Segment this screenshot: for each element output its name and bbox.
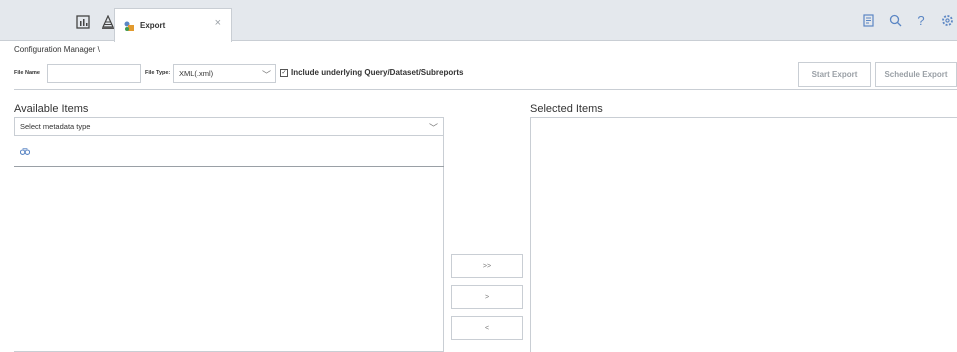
- chevron-down-icon: ﹀: [428, 123, 438, 133]
- add-button[interactable]: >: [451, 285, 523, 309]
- remove-button[interactable]: <: [451, 316, 523, 340]
- export-icon: [124, 21, 134, 31]
- file-name-label: File Name: [14, 70, 40, 76]
- metadata-type-select[interactable]: Select metadata type ﹀: [14, 117, 444, 136]
- file-name-input[interactable]: [47, 64, 141, 83]
- file-type-value: XML(.xml): [179, 69, 214, 78]
- schedule-export-button[interactable]: Schedule Export: [875, 62, 957, 87]
- include-underlying-checkbox[interactable]: ✓: [280, 69, 288, 77]
- toolbar-icons: ?: [861, 0, 957, 41]
- tab-export[interactable]: Export ×: [114, 8, 232, 42]
- selected-items-title: Selected Items: [530, 103, 603, 115]
- settings-icon[interactable]: [939, 13, 955, 29]
- add-all-button[interactable]: >>: [451, 254, 523, 278]
- selected-items-panel[interactable]: [530, 117, 957, 352]
- header-divider: [14, 89, 957, 90]
- available-items-title: Available Items: [14, 103, 89, 115]
- start-export-button[interactable]: Start Export: [798, 62, 871, 87]
- pyramid-icon: [102, 15, 114, 29]
- chevron-down-icon: ﹀: [261, 70, 271, 80]
- help-icon[interactable]: ?: [913, 13, 929, 29]
- search-row: [14, 136, 444, 167]
- tab-bar: Export × ?: [0, 0, 957, 42]
- file-type-label: File Type:: [145, 70, 171, 76]
- file-type-select[interactable]: XML(.xml) ﹀: [173, 64, 276, 83]
- report-icon[interactable]: [861, 13, 877, 29]
- tab-export-label: Export: [140, 21, 166, 30]
- include-underlying-label[interactable]: Include underlying Query/Dataset/Subrepo…: [291, 68, 463, 77]
- breadcrumb[interactable]: Configuration Manager \: [14, 45, 100, 54]
- close-icon[interactable]: ×: [215, 18, 221, 29]
- search-icon[interactable]: [887, 13, 903, 29]
- metadata-type-placeholder: Select metadata type: [20, 122, 91, 131]
- binoculars-icon[interactable]: [19, 147, 31, 157]
